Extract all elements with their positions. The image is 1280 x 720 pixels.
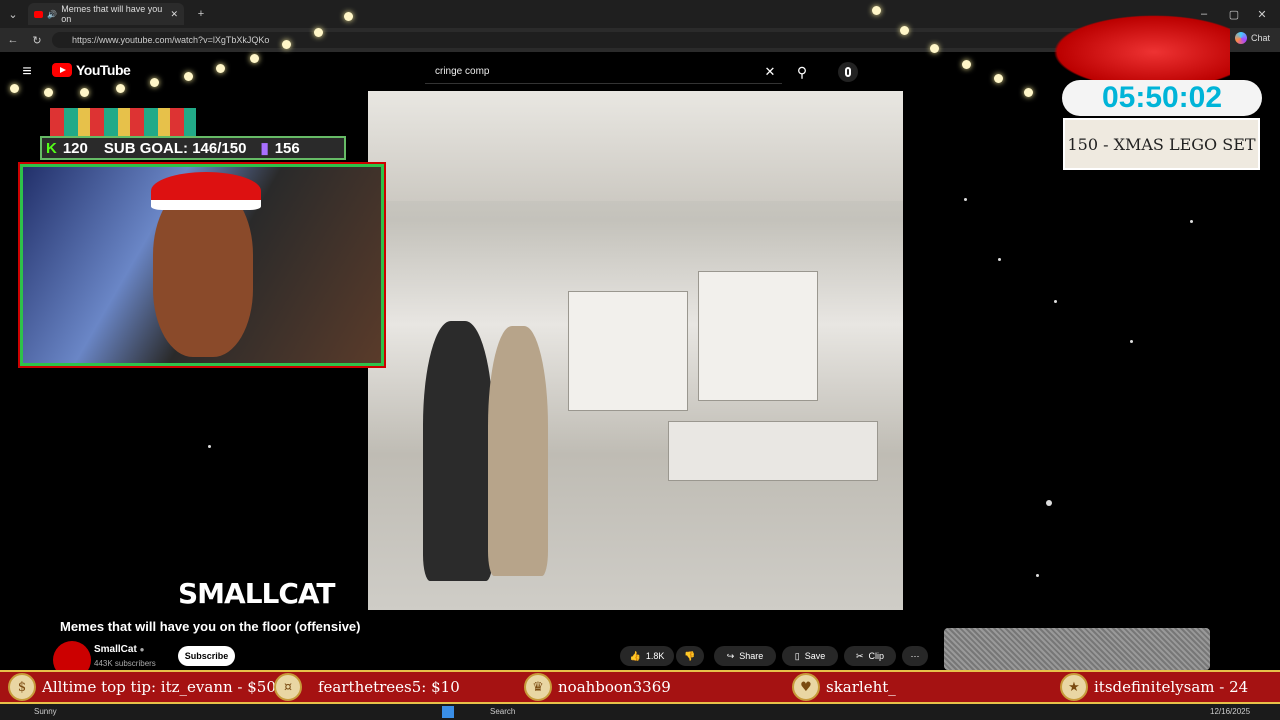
chat-label: Chat [1251,33,1271,43]
share-button[interactable]: ↪ Share [714,646,776,666]
santa-hat [151,172,261,210]
more-icon: ⋯ [910,650,920,661]
ticker-text: fearthetrees5: $10 [318,678,460,696]
menu-icon[interactable]: ≡ [18,63,36,80]
browser-tab[interactable]: 🔊 Memes that will have you on ✕ [28,3,184,25]
video-person [488,326,548,576]
kick-count: 120 [62,139,88,157]
windows-taskbar: Sunny Search 12/16/2025 [0,704,1280,720]
youtube-favicon-icon [34,10,44,18]
taskbar-search[interactable]: Search [490,707,515,716]
tab-title: Memes that will have you on [61,4,163,24]
ticker-item: ♥ skarleht_ [792,673,896,701]
save-button[interactable]: ▯ Save [782,646,838,666]
donation-ticker: $ Alltime top tip: itz_evann - $500 ¤ fe… [0,670,1280,704]
taskbar-date: 12/16/2025 [1210,707,1251,716]
close-window-icon[interactable]: ✕ [1254,6,1270,22]
url-text: https://www.youtube.com/watch?v=lXgTbXkJ… [72,35,270,45]
subathon-timer: 05:50:02 [1062,80,1262,116]
ticker-item: $ Alltime top tip: itz_evann - $500 [8,673,285,701]
clip-label: Clip [868,651,885,661]
glitter-panel-decoration [944,628,1210,670]
sub-goal-bar: K 120 SUB GOAL: 146/150 ▮ 156 [40,136,346,160]
streamer-logo: SMALLCAT [178,577,336,610]
search-value: cringe comp [435,66,490,77]
thumbs-down-icon: 👎 [684,650,696,661]
kick-icon: K [46,139,57,157]
reload-icon[interactable]: ↻ [30,32,44,48]
audio-icon[interactable]: 🔊 [47,10,57,19]
voice-search-button[interactable] [838,62,858,82]
webcam-person [153,187,253,357]
video-shelf [568,291,688,411]
ticker-text: Alltime top tip: itz_evann - $500 [42,678,286,696]
youtube-play-icon [52,63,72,77]
search-icon[interactable]: ⚲ [792,62,812,82]
search-input[interactable]: cringe comp [425,60,782,84]
clear-search-icon[interactable]: ✕ [762,64,778,80]
youtube-logo[interactable]: YouTube [52,62,131,78]
copilot-icon [1235,32,1247,44]
tab-list-chevron-icon[interactable]: ⌄ [6,7,20,21]
ticker-text: skarleht_ [826,678,896,696]
weather-label[interactable]: Sunny [34,707,57,716]
coin-icon: $ [8,673,36,701]
like-button[interactable]: 👍 1.8K [620,646,674,666]
copilot-chat-button[interactable]: Chat [1235,32,1270,44]
trophy-icon: ♛ [524,673,552,701]
gift-boxes-decoration [50,108,196,136]
clip-button[interactable]: ✂ Clip [844,646,896,666]
ticker-item: ♛ noahboon3369 [524,673,671,701]
video-counter [668,421,878,481]
scissors-icon: ✂ [855,650,864,661]
santa-hat-decoration [1040,10,1230,80]
microphone-icon [845,67,851,77]
ticker-text: itsdefinitelysam - 24 [1094,678,1249,696]
video-title: Memes that will have you on the floor (o… [60,619,361,634]
channel-name-text: SmallCat [94,644,137,655]
ticker-item: ¤ fearthetrees5: $10 [274,673,460,701]
dislike-button[interactable]: 👎 [676,646,704,666]
subscriber-count: 443K subscribers [94,659,156,668]
heart-icon: ♥ [792,673,820,701]
video-person [423,321,493,581]
start-icon[interactable] [442,706,454,718]
video-shelf [698,271,818,401]
like-count: 1.8K [645,651,665,661]
verified-icon: ● [139,645,145,654]
youtube-logo-text: YouTube [76,62,131,78]
close-tab-icon[interactable]: ✕ [170,9,178,20]
thumbs-up-icon: 👍 [629,650,641,661]
ticker-item: ★ itsdefinitelysam - 24 [1060,673,1248,701]
share-icon: ↪ [726,650,735,661]
share-label: Share [739,651,764,661]
twitch-count: 156 [274,139,300,157]
channel-name[interactable]: SmallCat ● [94,644,144,655]
subscribe-button[interactable]: Subscribe [178,646,235,666]
new-tab-icon[interactable]: + [194,7,208,21]
money-icon: ¤ [274,673,302,701]
bookmark-icon: ▯ [794,650,800,661]
sub-goal-text: SUB GOAL: 146/150 [103,139,247,157]
video-ceiling [368,91,903,201]
more-actions-button[interactable]: ⋯ [902,646,928,666]
star-icon: ★ [1060,673,1088,701]
webcam-feed [18,162,386,368]
ticker-text: noahboon3369 [558,678,671,696]
twitch-icon: ▮ [260,140,269,157]
back-icon[interactable]: ← [6,32,20,48]
goal-reward-text: 150 - XMAS LEGO SET [1063,118,1260,170]
video-player[interactable] [368,91,903,610]
save-label: Save [804,651,826,661]
